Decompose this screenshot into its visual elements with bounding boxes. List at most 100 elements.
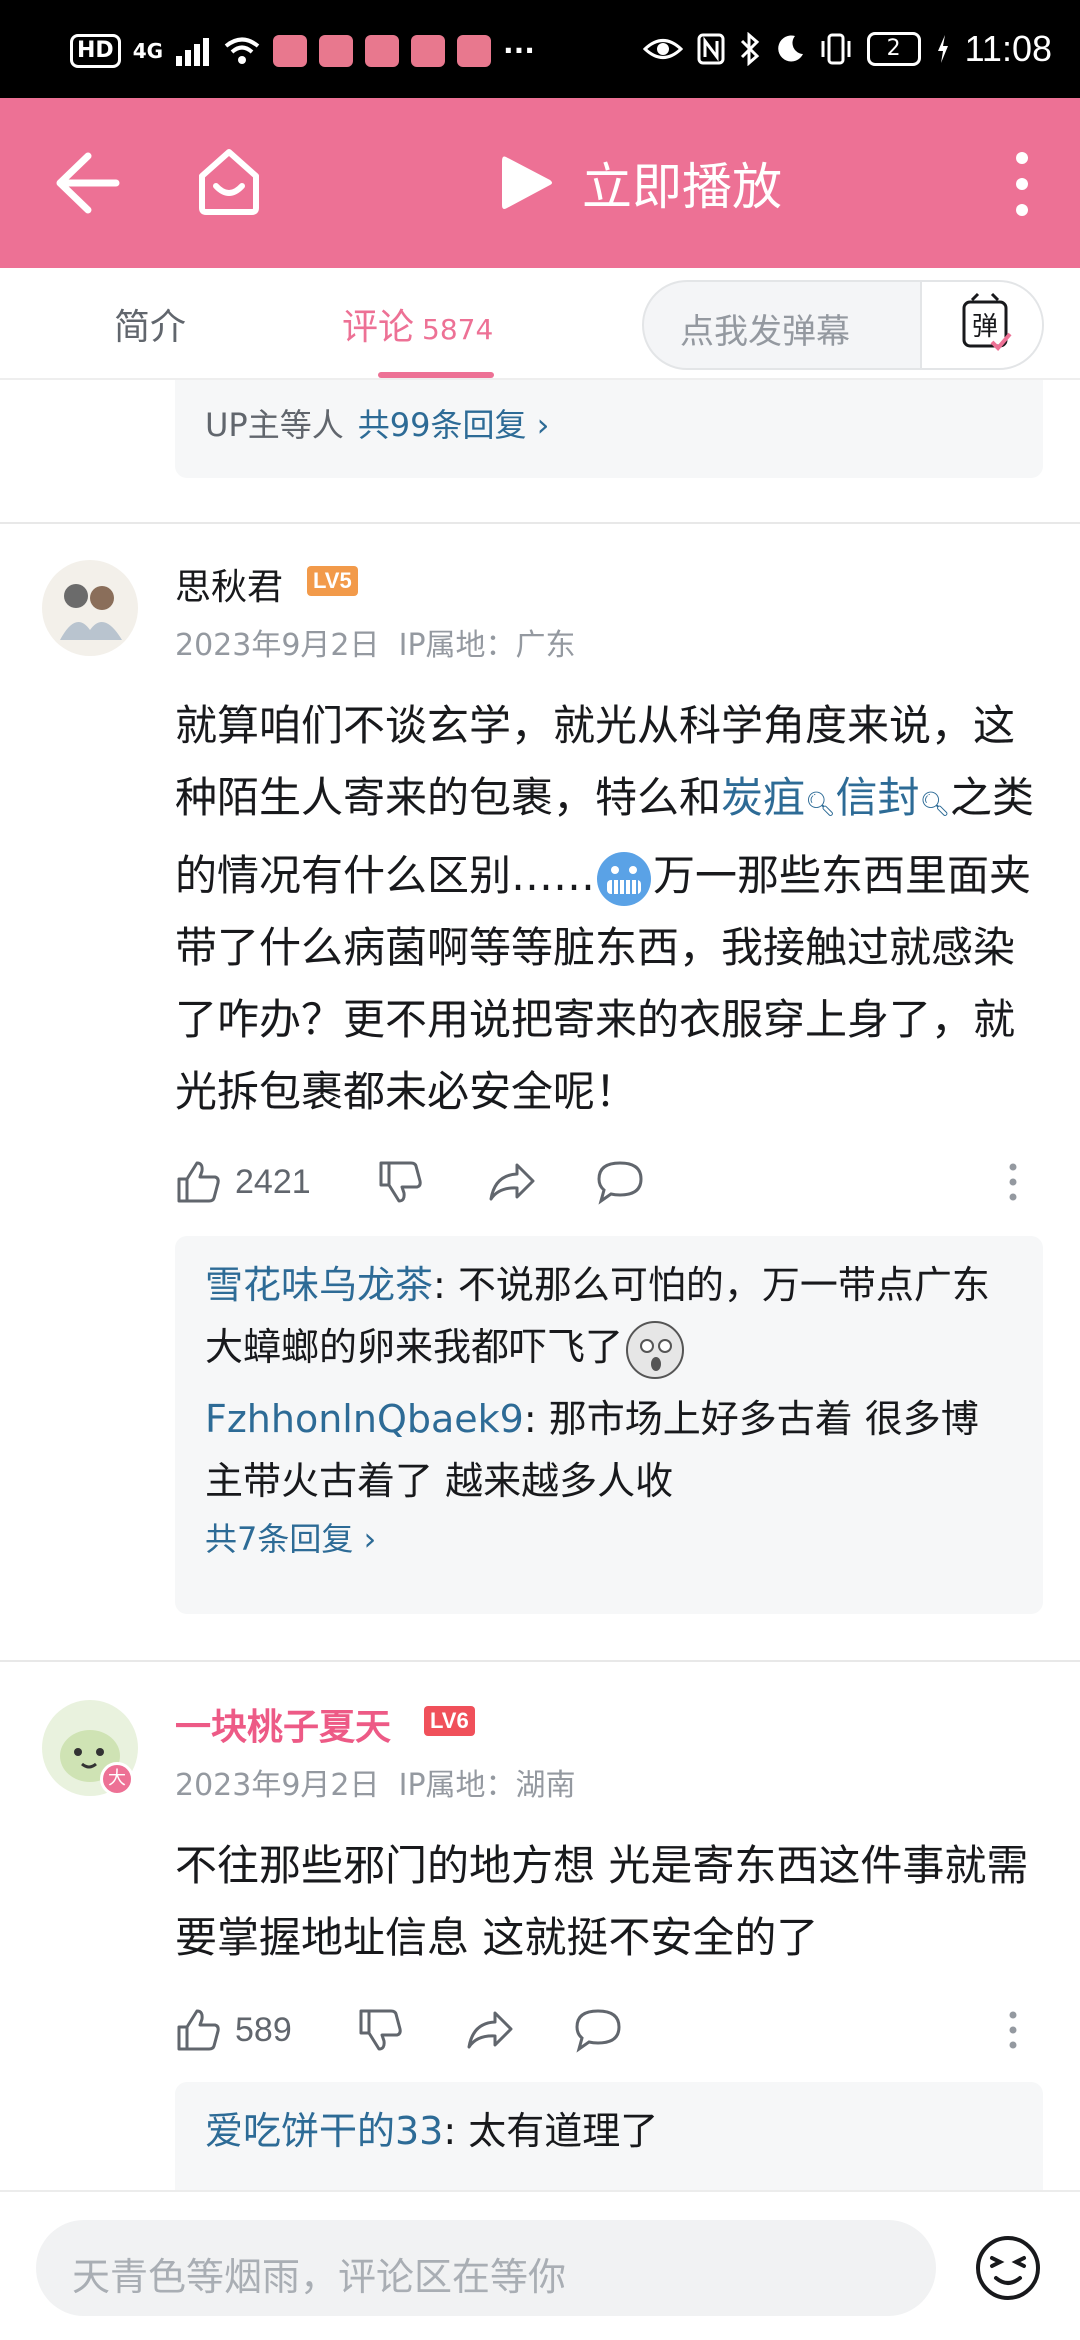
comment-more-button[interactable] xyxy=(1005,2000,1021,2060)
more-vertical-icon xyxy=(1009,2011,1017,2049)
search-icon: 🔍︎ xyxy=(805,790,836,818)
comments-count: 5874 xyxy=(422,313,494,346)
keyword-link[interactable]: 炭疽🔍︎ xyxy=(721,773,835,822)
thumbs-up-icon xyxy=(177,1161,220,1203)
app-notification-icon xyxy=(319,35,354,67)
reply-button[interactable] xyxy=(573,2000,623,2060)
comment-divider xyxy=(0,1660,1080,1662)
home-icon xyxy=(199,149,259,215)
comment-divider xyxy=(0,522,1080,524)
nfc-icon xyxy=(697,33,725,65)
app-notification-icon xyxy=(411,35,446,67)
keyword-text: 炭疽 xyxy=(721,773,806,822)
danmaku-placeholder: 点我发弹幕 xyxy=(680,312,850,352)
view-replies-link[interactable]: 共99条回复 › xyxy=(358,406,550,444)
play-now-button[interactable]: 立即播放 xyxy=(500,148,782,218)
hd-icon: HD xyxy=(70,34,121,68)
comment-body: 不往那些邪门的地方想 光是寄东西这件事就需要掌握地址信息 这就挺不安全的了 xyxy=(175,1830,1055,1974)
comment-actions: 589 xyxy=(175,2000,1055,2060)
grimace-emoji-icon xyxy=(597,851,652,906)
view-all-replies-link[interactable]: 共7条回复 › xyxy=(205,1514,1013,1560)
avatar-image-icon xyxy=(42,560,138,656)
home-button[interactable] xyxy=(196,146,262,216)
thumbs-down-icon xyxy=(359,2009,402,2051)
avatar[interactable] xyxy=(42,560,138,656)
share-icon xyxy=(467,2011,513,2049)
previous-replies-box[interactable]: UP主等人 共99条回复 › xyxy=(175,380,1043,478)
more-vertical-icon xyxy=(1009,1163,1017,1201)
moon-icon xyxy=(777,35,803,62)
active-tab-indicator xyxy=(378,372,494,378)
danmaku-input[interactable]: 点我发弹幕 弹 xyxy=(642,280,1044,370)
level-badge: LV5 xyxy=(307,566,358,596)
keyword-text: 信封 xyxy=(835,773,920,822)
thumbs-down-icon xyxy=(379,1161,422,1203)
comment-bubble-icon xyxy=(597,1161,643,1205)
tab-bar: 简介 评论 5874 点我发弹幕 弹 xyxy=(0,268,1080,380)
reply-item: FzhhonlnQbaek9: 那市场上好多古着 很多博主带火古着了 越来越多人… xyxy=(205,1388,1013,1512)
reply-username[interactable]: FzhhonlnQbaek9 xyxy=(205,1397,524,1441)
vip-badge: 大 xyxy=(100,1762,134,1796)
comment-username[interactable]: 思秋君 xyxy=(175,558,283,610)
like-count: 2421 xyxy=(235,1162,311,1201)
app-notification-icon xyxy=(273,35,308,67)
level-badge: LV6 xyxy=(424,1706,475,1736)
comment-input-bar: 天青色等烟雨，评论区在等你 xyxy=(0,2190,1080,2340)
comment-text: 不往那些邪门的地方想 光是寄东西这件事就需要掌握地址信息 这就挺不安全的了 xyxy=(175,1841,1029,1962)
thumbs-up-icon xyxy=(177,2009,220,2051)
scared-emoji-icon xyxy=(626,1320,685,1379)
reply-preview-box[interactable]: 雪花味乌龙茶: 不说那么可怕的，万一带点广东大蟑螂的卵来我都吓飞了 Fzhhon… xyxy=(175,1236,1043,1614)
emoji-button[interactable] xyxy=(972,2232,1044,2304)
comment-body: 就算咱们不谈玄学，就光从科学角度来说，这种陌生人寄来的包裹，特么和炭疽🔍︎信封🔍… xyxy=(175,690,1055,1128)
tab-comments[interactable]: 评论 5874 xyxy=(342,298,493,350)
like-count: 589 xyxy=(235,2010,292,2049)
share-icon xyxy=(489,1163,535,1201)
comment-username[interactable]: 一块桃子夏天 xyxy=(175,1698,391,1750)
danmaku-icon: 弹 xyxy=(962,292,1012,351)
svg-text:弹: 弹 xyxy=(972,312,998,342)
reply-username[interactable]: 雪花味乌龙茶 xyxy=(205,1263,433,1307)
status-bar: HD 4G ··· 2 11:08 xyxy=(0,0,1080,98)
like-button[interactable]: 589 xyxy=(175,2000,292,2060)
comment-ip: IP属地：湖南 xyxy=(398,1768,576,1803)
app-notification-icon xyxy=(457,35,492,67)
reply-item: 雪花味乌龙茶: 不说那么可怕的，万一带点广东大蟑螂的卵来我都吓飞了 xyxy=(205,1254,1013,1382)
reply-preview-box[interactable]: 爱吃饼干的33: 太有道理了 xyxy=(175,2082,1043,2190)
more-vertical-icon xyxy=(1016,152,1028,216)
comment-date: 2023年9月2日 xyxy=(175,1768,380,1803)
reply-button[interactable] xyxy=(595,1152,645,1212)
comment-meta: 2023年9月2日 IP属地：湖南 xyxy=(175,1760,576,1804)
comment-ip: IP属地：广东 xyxy=(398,628,576,663)
network-type: 4G xyxy=(132,39,164,63)
danmaku-toggle-button[interactable]: 弹 xyxy=(920,282,1042,368)
battery-icon: 2 xyxy=(866,32,921,66)
play-icon xyxy=(502,156,552,209)
dislike-button[interactable] xyxy=(377,1152,423,1212)
charging-icon xyxy=(937,35,948,63)
comment-input[interactable]: 天青色等烟雨，评论区在等你 xyxy=(36,2220,936,2316)
dislike-button[interactable] xyxy=(357,2000,403,2060)
keyword-link[interactable]: 信封🔍︎ xyxy=(836,773,950,822)
tab-intro[interactable]: 简介 xyxy=(114,298,186,350)
app-notification-icon xyxy=(365,35,400,67)
wifi-icon xyxy=(224,37,260,64)
more-options-button[interactable] xyxy=(1002,148,1042,220)
reply-item: 爱吃饼干的33: 太有道理了 xyxy=(205,2100,1013,2162)
reply-text: : 太有道理了 xyxy=(443,2109,659,2153)
clock: 11:08 xyxy=(964,28,1052,69)
play-now-label: 立即播放 xyxy=(582,158,782,216)
comment-bubble-icon xyxy=(575,2009,621,2053)
tab-comments-label: 评论 xyxy=(342,307,415,348)
video-header: 立即播放 xyxy=(0,98,1080,268)
share-button[interactable] xyxy=(465,2000,515,2060)
back-button[interactable] xyxy=(52,150,122,216)
emoji-face-icon xyxy=(976,2236,1040,2300)
search-icon: 🔍︎ xyxy=(919,790,950,818)
arrow-left-icon xyxy=(56,152,120,214)
reply-username[interactable]: 爱吃饼干的33 xyxy=(205,2109,443,2153)
like-button[interactable]: 2421 xyxy=(175,1152,311,1212)
share-button[interactable] xyxy=(487,1152,537,1212)
comment-more-button[interactable] xyxy=(1005,1152,1021,1212)
vibrate-icon xyxy=(821,33,851,65)
more-notifications-icon: ··· xyxy=(503,34,535,67)
